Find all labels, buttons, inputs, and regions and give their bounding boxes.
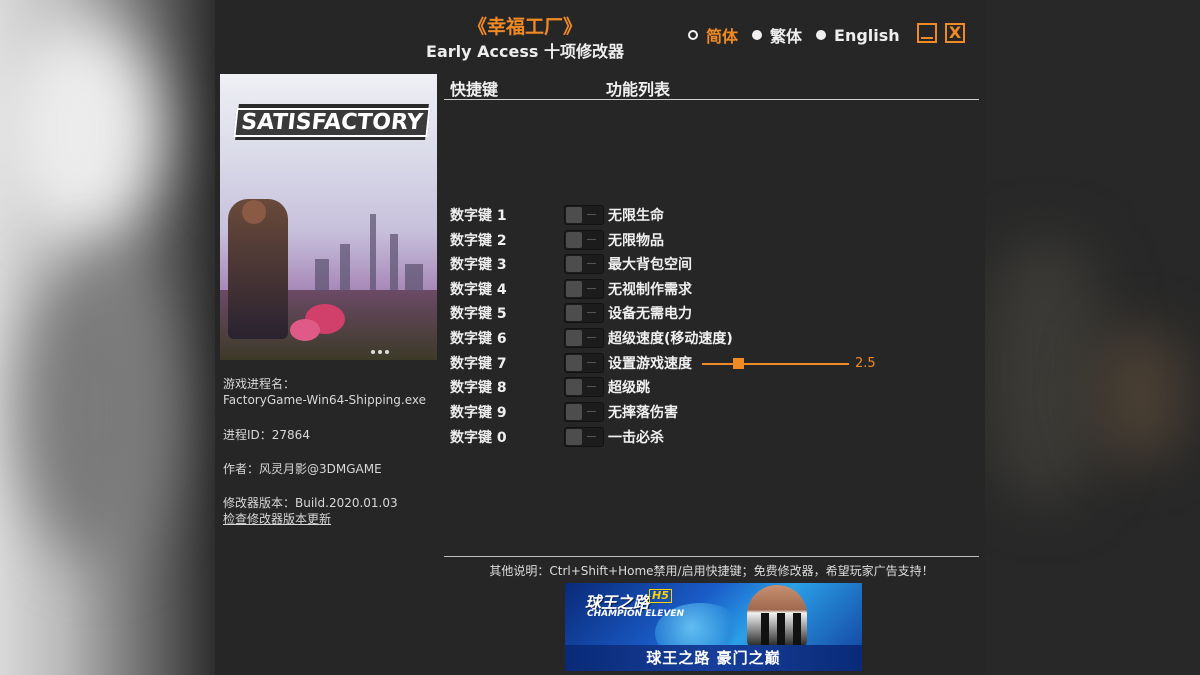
ad-badge: H5: [649, 589, 672, 603]
feature-row: 数字键 3 最大背包空间: [450, 252, 930, 276]
hotkey-label: 数字键 0: [450, 430, 507, 446]
hotkey-label: 数字键 2: [450, 233, 507, 249]
trainer-title: Early Access 十项修改器: [426, 42, 624, 61]
feature-toggle[interactable]: [564, 402, 604, 422]
features-column-header: 功能列表: [606, 80, 671, 99]
language-selector: 简体 繁体 English: [688, 22, 900, 48]
radio-selected-icon: [688, 30, 698, 40]
radio-icon: [752, 30, 763, 40]
feature-toggle[interactable]: [564, 303, 604, 323]
table-header: 快捷键 功能列表: [444, 76, 979, 100]
feature-row: 数字键 9 无摔落伤害: [450, 400, 930, 424]
feature-label: 超级速度(移动速度): [608, 331, 733, 347]
feature-label: 无限生命: [608, 208, 664, 224]
feature-label: 一击必杀: [608, 430, 664, 446]
feature-row: 数字键 5 设备无需电力: [450, 301, 930, 325]
feature-toggle[interactable]: [564, 205, 604, 225]
feature-label: 无摔落伤害: [608, 405, 678, 421]
feature-row: 数字键 4 无视制作需求: [450, 277, 930, 301]
feature-toggle[interactable]: [564, 427, 604, 447]
feature-label: 最大背包空间: [608, 257, 692, 273]
hotkey-label: 数字键 7: [450, 356, 507, 372]
feature-row: 数字键 0 一击必杀: [450, 425, 930, 449]
feature-label: 无视制作需求: [608, 282, 692, 298]
process-id: 进程ID：27864: [223, 428, 310, 442]
version-info: 修改器版本：Build.2020.01.03: [223, 496, 398, 510]
feature-toggle[interactable]: [564, 377, 604, 397]
background-blur-right: [985, 0, 1200, 675]
radio-icon: [816, 30, 827, 40]
feature-label: 设置游戏速度: [608, 356, 692, 372]
feature-toggle[interactable]: [564, 328, 604, 348]
game-speed-slider[interactable]: [702, 358, 849, 369]
ad-slogan: 球王之路 豪门之巅: [565, 645, 862, 671]
game-title: 《幸福工厂》: [467, 16, 582, 38]
process-value: FactoryGame-Win64-Shipping.exe: [223, 393, 426, 407]
hotkey-label: 数字键 8: [450, 380, 507, 396]
feature-row: 数字键 6 超级速度(移动速度): [450, 326, 930, 350]
feature-toggle[interactable]: [564, 279, 604, 299]
game-speed-value: 2.5: [855, 356, 876, 371]
close-icon: X: [948, 23, 962, 42]
lang-option-traditional[interactable]: 繁体: [752, 23, 802, 47]
feature-toggle[interactable]: [564, 230, 604, 250]
author-info: 作者：风灵月影@3DMGAME: [223, 462, 382, 476]
footer-divider: [444, 556, 979, 557]
game-logo: SATISFACTORY: [233, 104, 431, 140]
ad-player-image: [747, 585, 807, 647]
minimize-button[interactable]: [917, 23, 937, 43]
slider-thumb[interactable]: [733, 358, 745, 369]
feature-toggle[interactable]: [564, 254, 604, 274]
check-update-link[interactable]: 检查修改器版本更新: [223, 511, 331, 527]
feature-label: 超级跳: [608, 380, 650, 396]
hotkey-column-header: 快捷键: [450, 80, 499, 99]
hotkey-label: 数字键 1: [450, 208, 507, 224]
trainer-window: 《幸福工厂》 Early Access 十项修改器 简体 繁体 English …: [215, 0, 985, 675]
feature-row: 数字键 8 超级跳: [450, 375, 930, 399]
ad-subtitle: CHAMPION ELEVEN: [587, 609, 684, 619]
footer-note: 其他说明：Ctrl+Shift+Home禁用/启用快捷键；免费修改器，希望玩家广…: [489, 564, 934, 578]
process-label: 游戏进程名：: [223, 377, 296, 391]
feature-row: 数字键 1 无限生命: [450, 203, 930, 227]
hotkey-label: 数字键 4: [450, 282, 507, 298]
feature-toggle[interactable]: [564, 353, 604, 373]
hotkey-label: 数字键 5: [450, 306, 507, 322]
feature-label: 无限物品: [608, 233, 664, 249]
lang-option-simplified[interactable]: 简体: [688, 23, 738, 47]
background-blur-left: [0, 0, 215, 675]
hotkey-label: 数字键 3: [450, 257, 507, 273]
feature-row: 数字键 2 无限物品: [450, 228, 930, 252]
close-button[interactable]: X: [945, 23, 965, 43]
lang-option-english[interactable]: English: [816, 26, 900, 45]
ad-banner[interactable]: 球王之路 H5 CHAMPION ELEVEN 球王之路 豪门之巅: [565, 583, 862, 671]
game-cover-image: SATISFACTORY: [220, 74, 437, 360]
hotkey-label: 数字键 6: [450, 331, 507, 347]
feature-label: 设备无需电力: [608, 306, 692, 322]
hotkey-label: 数字键 9: [450, 405, 507, 421]
